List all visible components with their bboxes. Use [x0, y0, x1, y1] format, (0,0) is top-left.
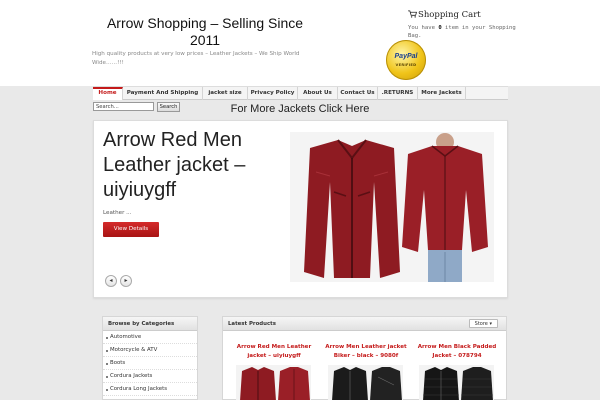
bullet-icon [106, 376, 108, 378]
black-padded-jacket-thumbnail [423, 367, 493, 400]
product-card[interactable]: Arrow Men Leather jacket Biker – black –… [322, 343, 410, 400]
featured-product-image[interactable] [290, 132, 494, 282]
slide-title[interactable]: Arrow Red Men Leather jacket – uiyiuygff [103, 128, 273, 203]
category-item-cordura-jackets[interactable]: Cordura Jackets [103, 370, 197, 383]
product-title[interactable]: Arrow Red Men Leather jacket – uiyiuygff [230, 343, 318, 361]
nav-item-privacy-policy[interactable]: Privacy Policy [248, 87, 298, 100]
category-item-motorcycle-atv[interactable]: Motorcycle & ATV [103, 344, 197, 357]
nav-item-more-jackets[interactable]: More Jackets [418, 87, 466, 100]
slide-excerpt: Leather ... [103, 210, 132, 216]
sidebar-heading: Browse by Categories [103, 317, 197, 331]
latest-products-panel: Latest Products Store ▾ Arrow Red Men Le… [222, 316, 507, 400]
black-jacket-thumbnail [332, 367, 402, 400]
nav-item-contact-us[interactable]: Contact Us [338, 87, 378, 100]
more-jackets-link[interactable]: For More Jackets Click Here [200, 103, 400, 115]
product-card[interactable]: Arrow Men Black Padded Jacket – 078794 [413, 343, 501, 400]
cart-text-before: You have [408, 25, 439, 31]
category-item-cordura-long-jackets[interactable]: Cordura Long Jackets [103, 383, 197, 396]
paypal-verified-text: VERIFIED [395, 63, 417, 67]
site-header: Arrow Shopping – Selling Since 2011 High… [0, 0, 600, 86]
latest-products-heading: Latest Products Store ▾ [223, 317, 506, 331]
product-title[interactable]: Arrow Men Black Padded Jacket – 078794 [413, 343, 501, 361]
category-label: Cordura Jackets [110, 373, 153, 379]
slider-next-button[interactable]: ▸ [120, 275, 132, 287]
bullet-icon [106, 389, 108, 391]
main-navigation: Home Payment And Shipping jacket size Pr… [93, 86, 508, 100]
site-title[interactable]: Arrow Shopping – Selling Since 2011 [100, 15, 310, 49]
paypal-logo-text: PayPal [394, 53, 418, 60]
product-image[interactable] [236, 365, 311, 400]
nav-item-payment-and-shipping[interactable]: Payment And Shipping [123, 87, 203, 100]
search-button[interactable]: Search [157, 102, 180, 112]
product-image[interactable] [328, 365, 403, 400]
category-label: Cordura Long Jackets [110, 386, 168, 392]
shopping-cart-label: Shopping Cart [418, 10, 481, 20]
search-input[interactable] [93, 102, 154, 111]
category-label: Boots [110, 360, 126, 366]
latest-products-title: Latest Products [228, 321, 276, 327]
category-sidebar: Browse by Categories Automotive Motorcyc… [102, 316, 198, 400]
category-label: Automotive [110, 334, 142, 340]
cart-summary: You have 0 item in your Shopping Bag. [408, 24, 518, 40]
paypal-verified-badge: PayPal VERIFIED [386, 40, 426, 80]
slider-prev-button[interactable]: ◂ [105, 275, 117, 287]
red-jacket-thumbnail [240, 367, 310, 400]
bullet-icon [106, 363, 108, 365]
product-card[interactable]: Arrow Red Men Leather jacket – uiyiuygff [230, 343, 318, 400]
category-item-automotive[interactable]: Automotive [103, 331, 197, 344]
product-image[interactable] [419, 365, 494, 400]
red-jacket-illustration [290, 132, 494, 282]
nav-item-home[interactable]: Home [93, 87, 123, 100]
featured-slider: Arrow Red Men Leather jacket – uiyiuygff… [93, 120, 508, 298]
nav-item-jacket-size[interactable]: jacket size [203, 87, 248, 100]
shopping-cart-title[interactable]: Shopping Cart [408, 10, 481, 20]
bullet-icon [106, 337, 108, 339]
view-details-button[interactable]: View Details [103, 222, 159, 237]
site-tagline: High quality products at very low prices… [92, 51, 300, 66]
nav-item-about-us[interactable]: About Us [298, 87, 338, 100]
bullet-icon [106, 350, 108, 352]
category-label: Motorcycle & ATV [110, 347, 158, 353]
store-dropdown[interactable]: Store ▾ [468, 319, 498, 328]
nav-item-returns[interactable]: .RETURNS [378, 87, 418, 100]
category-item-boots[interactable]: Boots [103, 357, 197, 370]
product-title[interactable]: Arrow Men Leather jacket Biker – black –… [322, 343, 410, 361]
cart-icon [408, 10, 417, 18]
